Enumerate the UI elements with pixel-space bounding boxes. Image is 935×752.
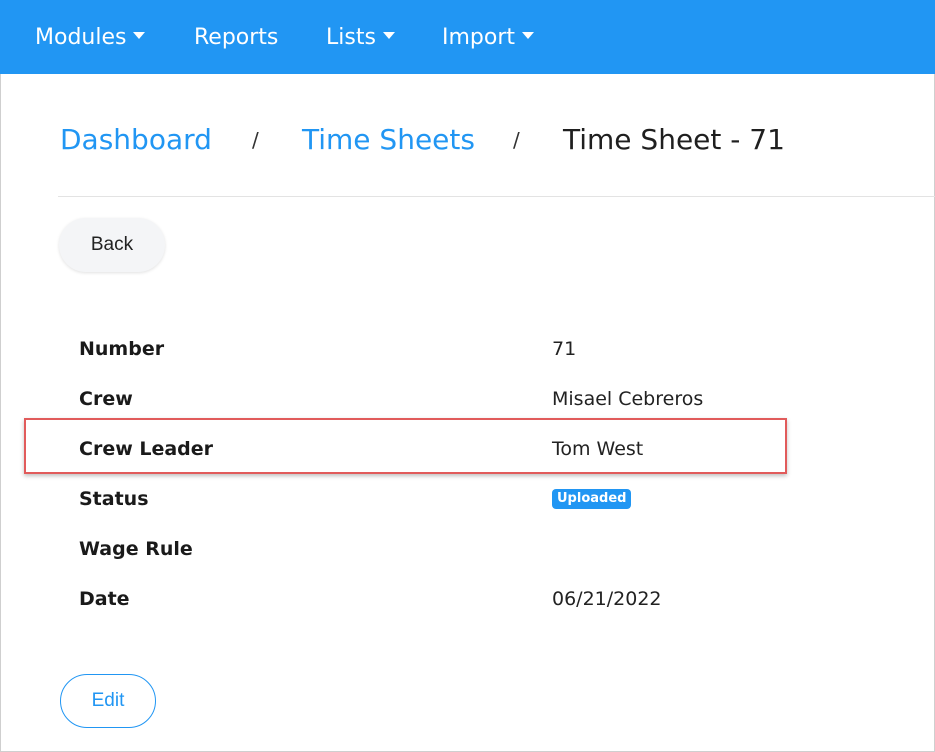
field-row-status: Status Uploaded — [0, 484, 935, 514]
field-row-crew: Crew Misael Cebreros — [0, 384, 935, 414]
field-label: Crew — [79, 388, 133, 410]
window-frame — [0, 0, 935, 752]
field-value: 71 — [552, 338, 577, 360]
highlight-box — [24, 418, 787, 474]
field-value: Misael Cebreros — [552, 388, 704, 410]
caret-down-icon — [522, 31, 535, 39]
field-label: Number — [79, 338, 165, 360]
nav-reports[interactable]: Reports — [194, 0, 278, 74]
top-navbar: Modules Reports Lists Import — [0, 0, 935, 74]
nav-import-dropdown[interactable]: Import — [442, 0, 535, 74]
breadcrumb-dashboard-link[interactable]: Dashboard — [60, 120, 212, 160]
field-row-date: Date 06/21/2022 — [0, 584, 935, 614]
field-label: Date — [79, 588, 130, 610]
nav-lists-label: Lists — [326, 24, 376, 50]
field-row-number: Number 71 — [0, 334, 935, 364]
field-row-wage-rule: Wage Rule — [0, 534, 935, 564]
caret-down-icon — [382, 31, 395, 39]
field-label: Wage Rule — [79, 538, 193, 560]
breadcrumb-time-sheets-link[interactable]: Time Sheets — [302, 120, 475, 160]
breadcrumb-separator: / — [252, 128, 259, 152]
nav-lists-dropdown[interactable]: Lists — [326, 0, 395, 74]
edit-button[interactable]: Edit — [60, 674, 156, 728]
caret-down-icon — [133, 31, 146, 39]
nav-reports-label: Reports — [194, 24, 279, 50]
header-divider — [58, 196, 935, 197]
back-button[interactable]: Back — [59, 218, 165, 272]
status-badge: Uploaded — [552, 489, 632, 509]
nav-import-label: Import — [442, 24, 516, 50]
field-label: Status — [79, 488, 149, 510]
field-value: 06/21/2022 — [552, 588, 662, 610]
breadcrumb-separator: / — [513, 128, 520, 152]
nav-modules-label: Modules — [35, 24, 127, 50]
breadcrumb-current-page: Time Sheet - 71 — [563, 123, 785, 156]
nav-modules-dropdown[interactable]: Modules — [35, 0, 146, 74]
